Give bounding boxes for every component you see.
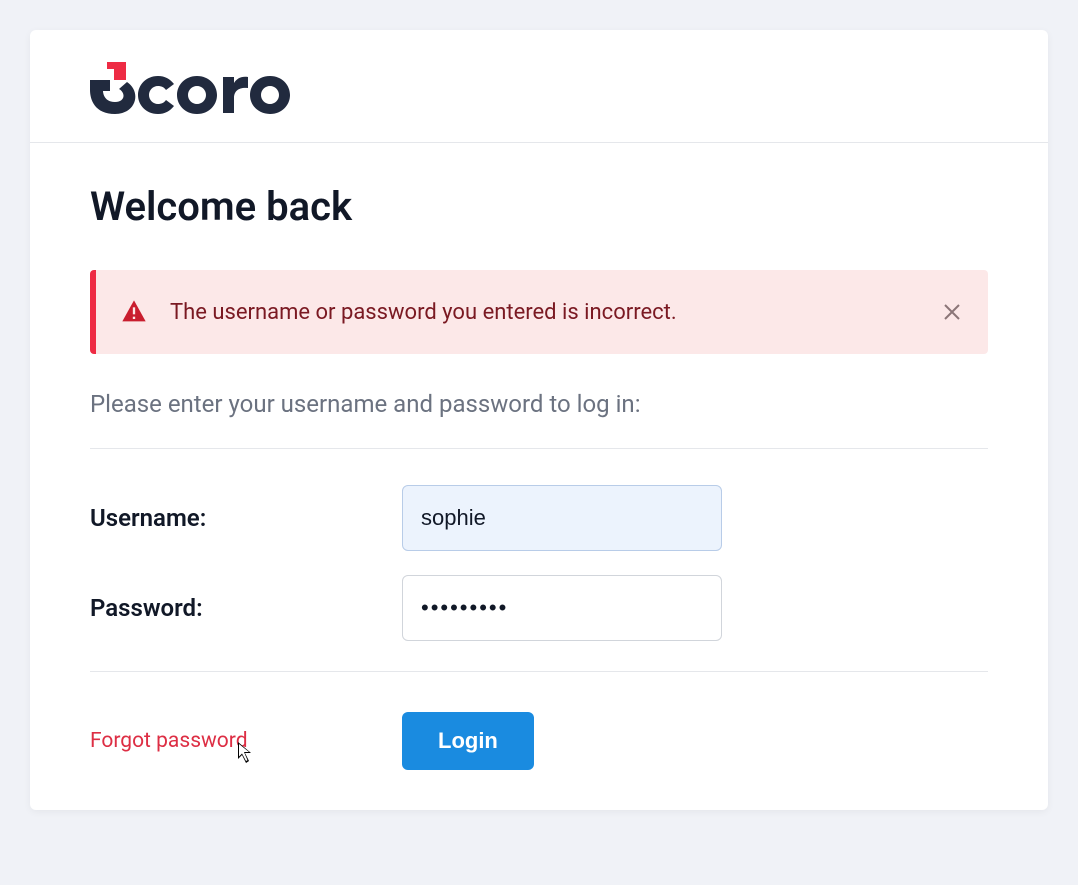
warning-triangle-icon [120, 298, 148, 326]
footer-row: Forgot password Login [90, 712, 988, 770]
password-input[interactable] [402, 575, 722, 641]
username-label: Username: [90, 504, 402, 532]
brand-logo [90, 62, 988, 118]
forgot-password-link[interactable]: Forgot password [90, 729, 248, 753]
divider-bottom [90, 671, 988, 672]
alert-message: The username or password you entered is … [170, 300, 920, 325]
login-button[interactable]: Login [402, 712, 534, 770]
header [30, 30, 1048, 143]
username-input[interactable] [402, 485, 722, 551]
close-icon[interactable] [940, 300, 964, 324]
username-row: Username: [90, 485, 988, 551]
password-row: Password: [90, 575, 988, 641]
divider [90, 448, 988, 449]
page-title: Welcome back [90, 183, 988, 230]
login-card: Welcome back The username or password yo… [30, 30, 1048, 810]
error-alert: The username or password you entered is … [90, 270, 988, 354]
instructions-text: Please enter your username and password … [90, 390, 988, 418]
login-content: Welcome back The username or password yo… [30, 143, 1048, 810]
scoro-logo-icon [90, 62, 290, 118]
password-label: Password: [90, 594, 402, 622]
